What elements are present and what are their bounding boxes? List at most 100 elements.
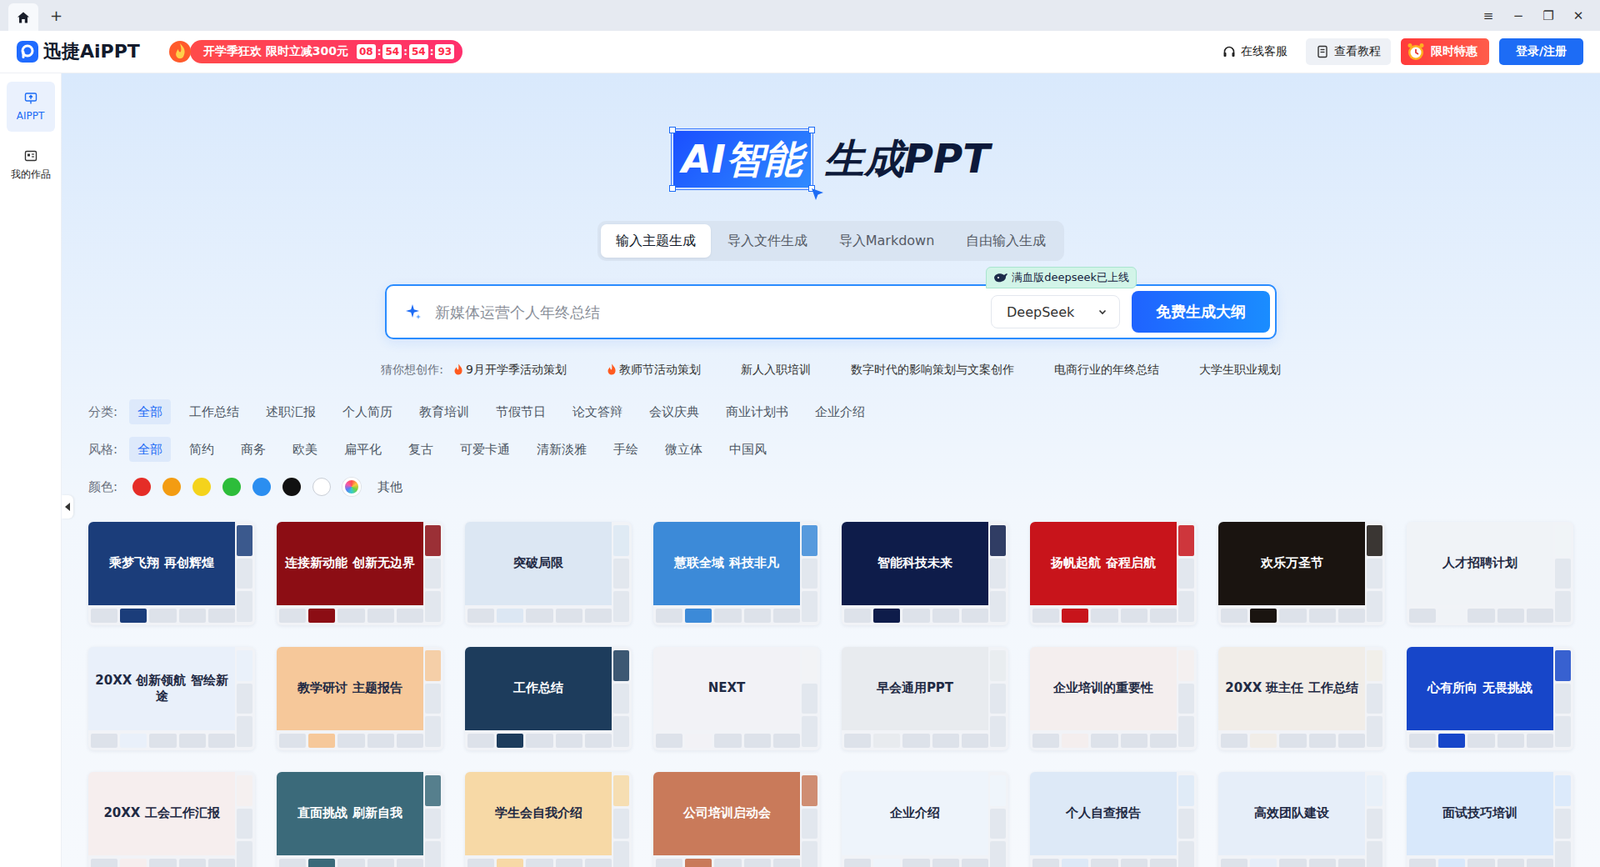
- filter-option[interactable]: 会议庆典: [640, 399, 708, 425]
- mode-tab[interactable]: 导入文件生成: [712, 224, 823, 258]
- template-card[interactable]: 工作总结: [465, 646, 632, 750]
- suggestion-item[interactable]: 数字时代的影响策划与文案创作: [850, 360, 1015, 378]
- model-select[interactable]: DeepSeek: [990, 295, 1120, 329]
- color-swatch[interactable]: [222, 477, 241, 496]
- filter-option[interactable]: 个人简历: [334, 399, 401, 425]
- filter-option[interactable]: 商务: [232, 436, 275, 462]
- template-page: [367, 858, 395, 867]
- sidebar-collapse-button[interactable]: [61, 495, 74, 519]
- template-page: [1366, 808, 1383, 840]
- countdown-separator: :: [403, 45, 408, 58]
- header-action-button[interactable]: 在线客服: [1214, 38, 1296, 65]
- template-card[interactable]: NEXT: [653, 646, 820, 750]
- template-card[interactable]: 早会通用PPT: [841, 646, 1009, 750]
- filter-option[interactable]: 中国风: [720, 436, 775, 462]
- app-logo[interactable]: 迅捷AiPPT: [16, 39, 140, 65]
- template-page-strip: [465, 856, 612, 867]
- filter-option[interactable]: 商业计划书: [717, 399, 797, 425]
- template-side-pages: [1366, 521, 1385, 625]
- suggestion-item[interactable]: 电商行业的年终总结: [1054, 360, 1160, 378]
- template-card[interactable]: 乘梦飞翔 再创辉煌: [88, 521, 255, 625]
- template-card[interactable]: 20XX 创新领航 智绘新途: [88, 646, 255, 750]
- template-page: [496, 608, 524, 623]
- header-action-button[interactable]: 查看教程: [1305, 38, 1391, 65]
- color-swatch[interactable]: [162, 477, 181, 496]
- filter-option[interactable]: 扁平化: [335, 436, 390, 462]
- template-page: [337, 858, 365, 867]
- template-card[interactable]: 面试技巧培训: [1406, 771, 1574, 867]
- window-control[interactable]: −: [1505, 8, 1532, 24]
- new-tab-button[interactable]: +: [38, 0, 75, 31]
- template-card[interactable]: 学生会自我介绍: [465, 771, 632, 867]
- template-card[interactable]: 20XX 班主任 工作总结: [1218, 646, 1385, 750]
- filter-option[interactable]: 手绘: [605, 436, 647, 462]
- template-card[interactable]: 企业培训的重要性: [1030, 646, 1197, 750]
- mode-tab[interactable]: 输入主题生成: [600, 224, 711, 258]
- template-cover: 直面挑战 刷新自我: [276, 771, 424, 855]
- sidebar-item[interactable]: 我的作品: [6, 140, 55, 190]
- color-swatch[interactable]: [342, 477, 361, 496]
- mode-tab[interactable]: 导入Markdown: [824, 224, 950, 258]
- template-cover: 乘梦飞翔 再创辉煌: [88, 521, 235, 605]
- template-page: [308, 608, 335, 623]
- template-card[interactable]: 公司培训启动会: [653, 771, 820, 867]
- filter-option[interactable]: 复古: [400, 436, 442, 462]
- filter-option[interactable]: 论文答辩: [564, 399, 631, 425]
- template-card[interactable]: 高效团队建设: [1218, 771, 1385, 867]
- color-swatch[interactable]: [252, 477, 271, 496]
- window-control[interactable]: ✕: [1565, 8, 1592, 24]
- color-swatch[interactable]: [312, 477, 331, 496]
- filter-option[interactable]: 企业介绍: [806, 399, 874, 425]
- countdown-separator: :: [377, 45, 382, 58]
- filter-option[interactable]: 节假节日: [487, 399, 555, 425]
- header-action-button[interactable]: 限时特惠: [1400, 38, 1490, 65]
- template-page: [1526, 733, 1554, 748]
- generate-outline-button[interactable]: 免费生成大纲: [1131, 290, 1270, 333]
- presentation-icon: [24, 91, 38, 105]
- color-swatch[interactable]: [282, 477, 301, 496]
- topic-input[interactable]: [433, 302, 980, 322]
- template-card[interactable]: 教学研讨 主题报告: [276, 646, 444, 750]
- filter-option[interactable]: 教育培训: [410, 399, 478, 425]
- filter-option[interactable]: 欧美: [284, 436, 326, 462]
- template-card[interactable]: 智能科技未来: [841, 521, 1009, 625]
- filter-option[interactable]: 工作总结: [180, 399, 248, 425]
- color-other-option[interactable]: 其他: [372, 474, 408, 500]
- promo-banner[interactable]: 开学季狂欢 限时立减300元08:54:54:93: [163, 39, 463, 65]
- filter-option[interactable]: 全部: [129, 399, 171, 425]
- suggestion-item[interactable]: 大学生职业规划: [1199, 360, 1281, 378]
- filter-option[interactable]: 述职汇报: [257, 399, 325, 425]
- suggestion-item[interactable]: 教师节活动策划: [606, 360, 701, 378]
- filter-option[interactable]: 可爱卡通: [451, 436, 519, 462]
- sidebar-item[interactable]: AIPPT: [6, 81, 55, 132]
- window-control[interactable]: ❐: [1535, 8, 1562, 24]
- template-card[interactable]: 欢乐万圣节: [1218, 521, 1385, 625]
- template-card[interactable]: 慧联全域 科技非凡: [653, 521, 820, 625]
- template-page-strip: [1030, 856, 1177, 867]
- template-card[interactable]: 个人自查报告: [1030, 771, 1197, 867]
- template-page: [655, 733, 683, 748]
- template-card[interactable]: 心有所向 无畏挑战: [1406, 646, 1574, 750]
- template-page: [1178, 590, 1195, 622]
- template-card[interactable]: 人才招聘计划: [1406, 521, 1574, 625]
- filter-option[interactable]: 微立体: [656, 436, 711, 462]
- template-card[interactable]: 扬帆起航 奋程启航: [1030, 521, 1197, 625]
- color-swatch[interactable]: [192, 477, 211, 496]
- filter-option[interactable]: 全部: [129, 436, 171, 462]
- color-swatch[interactable]: [132, 477, 151, 496]
- window-control[interactable]: ≡: [1475, 8, 1502, 24]
- template-card[interactable]: 企业介绍: [841, 771, 1009, 867]
- mode-tab[interactable]: 自由输入生成: [950, 224, 1061, 258]
- window-tab[interactable]: [8, 3, 39, 31]
- suggestion-item[interactable]: 新人入职培训: [740, 360, 811, 378]
- template-card[interactable]: 20XX 工会工作汇报: [88, 771, 255, 867]
- template-card[interactable]: 突破局限: [465, 521, 632, 625]
- suggestion-item[interactable]: 9月开学季活动策划: [453, 360, 567, 378]
- template-cover: 突破局限: [465, 521, 612, 605]
- template-card[interactable]: 直面挑战 刷新自我: [276, 771, 444, 867]
- template-card[interactable]: 连接新动能 创新无边界: [276, 521, 444, 625]
- filter-option[interactable]: 清新淡雅: [528, 436, 595, 462]
- template-page: [1409, 733, 1436, 748]
- filter-option[interactable]: 简约: [180, 436, 223, 462]
- header-action-button[interactable]: 登录/注册: [1499, 38, 1584, 65]
